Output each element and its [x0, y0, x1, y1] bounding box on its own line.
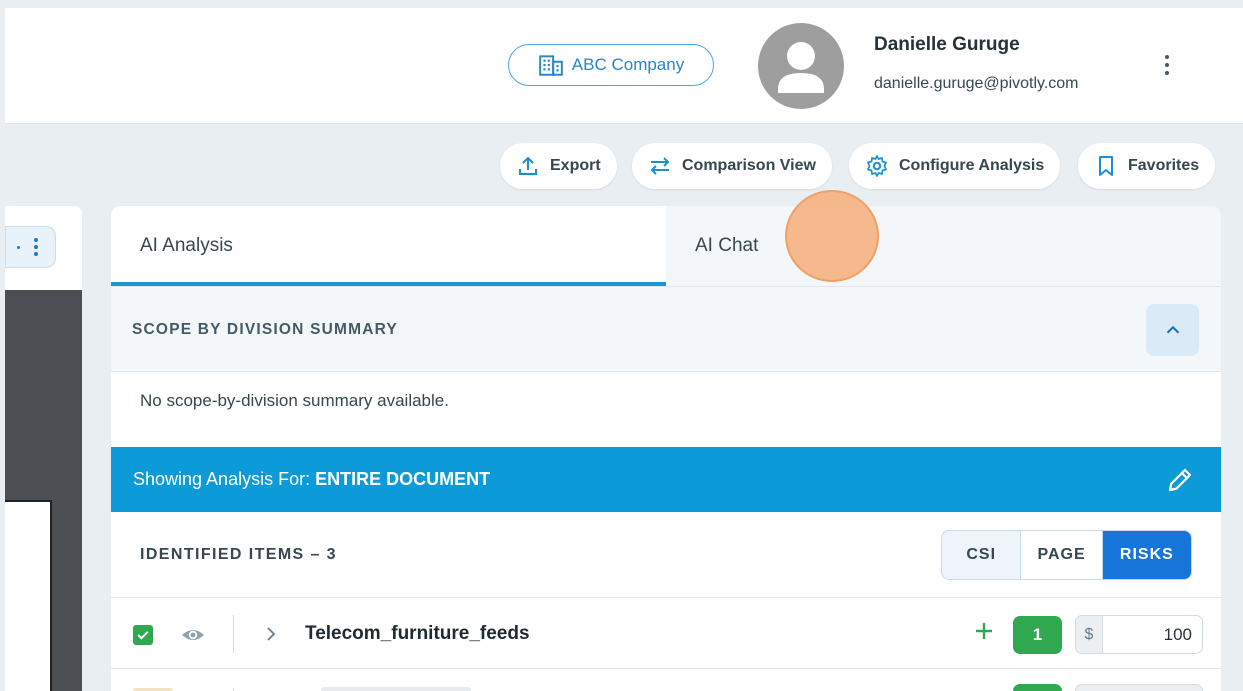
count-badge[interactable]: 1 [1013, 616, 1062, 654]
company-name: ABC Company [571, 55, 685, 74]
export-label: Export [550, 157, 601, 174]
comparison-view-label: Comparison View [682, 157, 816, 174]
view-option-page[interactable]: PAGE [1021, 531, 1103, 579]
chevron-right-icon[interactable] [264, 625, 278, 643]
scope-summary-header: SCOPE BY DIVISION SUMMARY [111, 286, 1221, 372]
collapse-button[interactable] [1146, 304, 1199, 356]
gear-icon [867, 155, 887, 177]
divider [233, 615, 234, 653]
configure-analysis-label: Configure Analysis [899, 157, 1045, 174]
favorites-label: Favorites [1128, 157, 1200, 174]
more-options-icon [34, 238, 38, 256]
banner-value: ENTIRE DOCUMENT [315, 469, 491, 489]
row-checkbox[interactable] [133, 625, 153, 645]
currency-symbol: $ [1076, 616, 1103, 653]
analysis-panel: AI Analysis AI Chat SCOPE BY DIVISION SU… [111, 206, 1221, 691]
top-bar: ABC Company Danielle Guruge danielle.gur… [5, 8, 1243, 124]
amount-field[interactable] [1075, 684, 1203, 691]
item-name [321, 687, 471, 691]
company-selector[interactable]: ABC Company [508, 44, 714, 86]
amount-value[interactable]: 100 [1103, 616, 1202, 653]
tab-ai-analysis[interactable]: AI Analysis [111, 206, 666, 286]
configure-analysis-button[interactable]: Configure Analysis [849, 143, 1061, 189]
section-title: IDENTIFIED ITEMS – 3 [140, 546, 337, 563]
click-indicator [785, 190, 879, 282]
swap-arrows-icon [650, 157, 670, 175]
user-email: danielle.guruge@pivotly.com [874, 75, 1079, 92]
amount-field[interactable]: $ 100 [1075, 615, 1203, 654]
banner-prefix: Showing Analysis For: [133, 469, 311, 489]
favorites-button[interactable]: Favorites [1078, 143, 1216, 189]
analysis-scope-banner: Showing Analysis For: ENTIRE DOCUMENT [111, 447, 1221, 512]
check-icon [137, 631, 149, 640]
table-row[interactable]: Telecom_furniture_feeds 1 $ 100 [111, 599, 1221, 669]
tab-label: AI Chat [695, 235, 759, 256]
table-row[interactable] [111, 670, 1221, 691]
view-option-csi[interactable]: CSI [942, 531, 1022, 579]
document-viewer-panel [5, 206, 82, 691]
user-name: Danielle Guruge [874, 34, 1020, 55]
avatar[interactable] [758, 23, 844, 109]
tab-ai-chat[interactable]: AI Chat [666, 206, 1221, 286]
building-icon [538, 55, 563, 76]
more-options-icon[interactable] [1155, 50, 1179, 80]
document-options-button[interactable] [5, 226, 56, 268]
item-name: Telecom_furniture_feeds [305, 623, 530, 644]
tab-label: AI Analysis [140, 235, 233, 256]
pencil-icon[interactable] [1165, 465, 1195, 495]
chevron-up-icon [1166, 325, 1179, 334]
count-badge[interactable] [1013, 684, 1062, 691]
section-title: SCOPE BY DIVISION SUMMARY [132, 321, 398, 338]
eye-icon[interactable] [181, 626, 205, 644]
upload-icon [519, 156, 537, 175]
identified-items-header: IDENTIFIED ITEMS – 3 CSI PAGE RISKS [111, 512, 1221, 598]
comparison-view-button[interactable]: Comparison View [632, 143, 832, 189]
document-page[interactable] [5, 500, 52, 691]
tab-bar: AI Analysis AI Chat [111, 206, 1221, 286]
user-icon [778, 42, 824, 93]
view-toggle: CSI PAGE RISKS [941, 530, 1192, 580]
view-option-risks[interactable]: RISKS [1102, 531, 1191, 579]
scope-summary-text: No scope-by-division summary available. [140, 391, 449, 410]
add-icon[interactable] [973, 620, 995, 642]
export-button[interactable]: Export [500, 143, 617, 189]
bookmark-icon [1099, 156, 1113, 176]
